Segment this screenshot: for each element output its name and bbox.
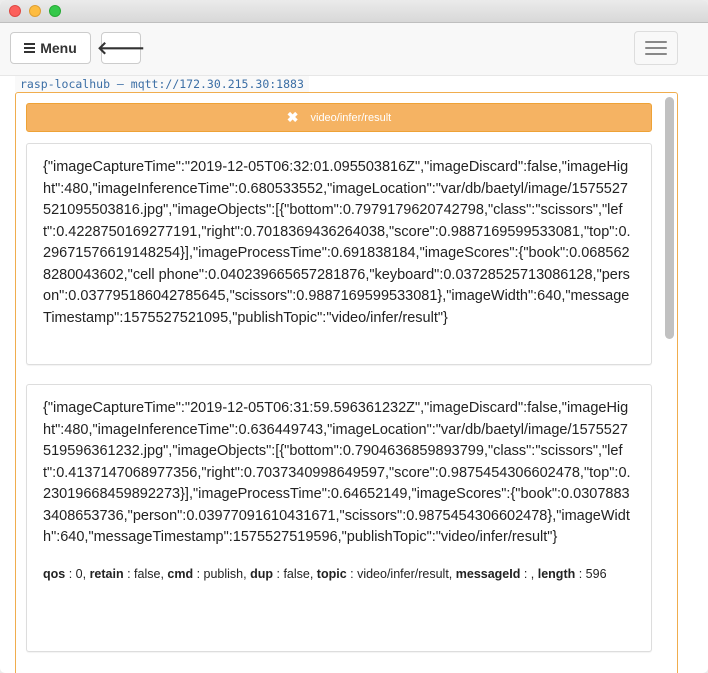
app-window: Menu 🡐 rasp-localhub – mqtt://172.30.215… [0, 0, 708, 673]
meta-key: cmd [167, 566, 194, 581]
hamburger-icon [24, 41, 36, 55]
navbar: Menu 🡐 [0, 23, 708, 76]
navbar-toggle-button[interactable] [634, 31, 678, 65]
meta-value: false [134, 566, 161, 581]
window-minimize-button[interactable] [29, 5, 41, 17]
meta-value: publish [203, 566, 244, 581]
message-card: {"imageCaptureTime":"2019-12-05T06:32:01… [26, 143, 652, 365]
topic-header-button[interactable]: ✖ video/infer/result [26, 103, 652, 132]
topic-title: video/infer/result [310, 111, 392, 124]
close-icon[interactable]: ✖ [287, 109, 299, 126]
meta-value: 0 [75, 566, 83, 581]
menu-button-label: Menu [40, 40, 77, 56]
scrollbar-thumb[interactable] [665, 97, 674, 339]
message-payload: {"imageCaptureTime":"2019-12-05T06:31:59… [43, 400, 631, 545]
hamburger-icon [645, 41, 667, 43]
meta-key: dup [250, 566, 274, 581]
meta-value: 596 [585, 566, 607, 581]
meta-key: retain [89, 566, 124, 581]
connection-label: rasp-localhub – mqtt://172.30.215.30:188… [15, 76, 309, 92]
message-payload: {"imageCaptureTime":"2019-12-05T06:32:01… [43, 159, 631, 326]
menu-button[interactable]: Menu [10, 32, 91, 64]
window-close-button[interactable] [9, 5, 21, 17]
topic-panel: ✖ video/infer/result {"imageCaptureTime"… [15, 92, 678, 673]
meta-key: qos [43, 566, 66, 581]
title-bar [0, 0, 708, 23]
meta-value: video/infer/result [357, 566, 449, 581]
meta-value: false [283, 566, 310, 581]
message-meta: qos : 0, retain : false, cmd : publish, … [43, 566, 607, 581]
meta-key: messageId [455, 566, 521, 581]
arrow-left-icon: 🡐 [96, 37, 146, 58]
meta-key: length [537, 566, 576, 581]
back-button[interactable]: 🡐 [97, 32, 145, 64]
window-maximize-button[interactable] [49, 5, 61, 17]
message-card: {"imageCaptureTime":"2019-12-05T06:31:59… [26, 384, 652, 652]
meta-key: topic [316, 566, 347, 581]
